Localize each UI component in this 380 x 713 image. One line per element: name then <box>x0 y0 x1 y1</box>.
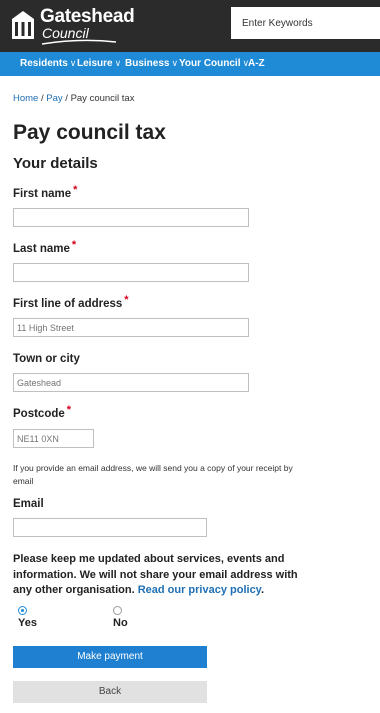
chevron-down-icon: ∨ <box>69 58 77 68</box>
radio-no-label: No <box>113 617 128 629</box>
breadcrumb-pay-link[interactable]: Pay <box>46 93 62 104</box>
town-field[interactable] <box>13 373 249 392</box>
logo-swoosh-icon <box>41 39 117 45</box>
email-note: If you provide an email address, we will… <box>13 463 293 486</box>
building-icon <box>12 11 34 39</box>
make-payment-button[interactable]: Make payment <box>13 646 207 668</box>
postcode-label-text: Postcode <box>13 408 65 420</box>
breadcrumb-current: Pay council tax <box>70 93 135 104</box>
radio-yes-button[interactable] <box>18 606 27 615</box>
back-button[interactable]: Back <box>13 681 207 703</box>
nav-label-leisure: Leisure <box>77 58 113 69</box>
first-name-label: First name * <box>13 184 77 200</box>
search-input[interactable] <box>231 7 380 39</box>
nav-item-business[interactable]: Business ∨ <box>125 52 178 76</box>
nav-item-leisure[interactable]: Leisure ∨ <box>77 52 121 76</box>
nav-item-a-z[interactable]: A-Z <box>248 52 265 76</box>
consent-text: Please keep me updated about services, e… <box>13 552 313 599</box>
postcode-field[interactable] <box>13 429 94 448</box>
last-name-field[interactable] <box>13 263 249 282</box>
chevron-down-icon: ∨ <box>114 58 122 68</box>
address-line1-field[interactable] <box>13 318 249 337</box>
first-name-label-text: First name <box>13 188 72 200</box>
consent-end: . <box>261 584 265 596</box>
council-logo[interactable]: Gateshead Council <box>8 6 135 46</box>
last-name-label: Last name * <box>13 239 76 255</box>
section-title: Your details <box>13 155 98 172</box>
radio-yes-label: Yes <box>18 617 37 629</box>
nav-item-your-council[interactable]: Your Council ∨ <box>179 52 249 76</box>
privacy-policy-link[interactable]: Read our privacy policy <box>138 584 261 596</box>
email-label: Email <box>13 498 44 510</box>
page-title: Pay council tax <box>13 121 166 144</box>
email-label-text: Email <box>13 498 44 510</box>
required-marker: * <box>66 404 72 416</box>
chevron-down-icon: ∨ <box>171 58 179 68</box>
nav-item-residents[interactable]: Residents ∨ <box>20 52 76 76</box>
nav-label-residents: Residents <box>20 58 68 69</box>
address-line1-label: First line of address * <box>13 294 129 310</box>
breadcrumb-home-link[interactable]: Home <box>13 93 38 104</box>
main-nav: Residents ∨ Leisure ∨ Business ∨ Your Counc… <box>0 52 380 76</box>
required-marker: * <box>124 294 129 306</box>
email-field[interactable] <box>13 518 207 537</box>
address-line1-label-text: First line of address <box>13 298 123 310</box>
site-header: Gateshead Council <box>0 0 380 52</box>
breadcrumb-separator: / <box>62 93 71 104</box>
nav-label-a-z: A-Z <box>248 58 265 69</box>
radio-no-button[interactable] <box>113 606 122 615</box>
nav-label-business: Business <box>125 58 170 69</box>
last-name-label-text: Last name <box>13 243 70 255</box>
town-label: Town or city <box>13 353 80 365</box>
required-marker: * <box>71 239 77 251</box>
first-name-field[interactable] <box>13 208 249 227</box>
postcode-label: Postcode * <box>13 404 71 420</box>
town-label-text: Town or city <box>13 353 80 365</box>
nav-label-your-council: Your Council <box>179 58 241 69</box>
required-marker: * <box>73 184 78 196</box>
breadcrumb: Home / Pay / Pay council tax <box>13 93 134 104</box>
